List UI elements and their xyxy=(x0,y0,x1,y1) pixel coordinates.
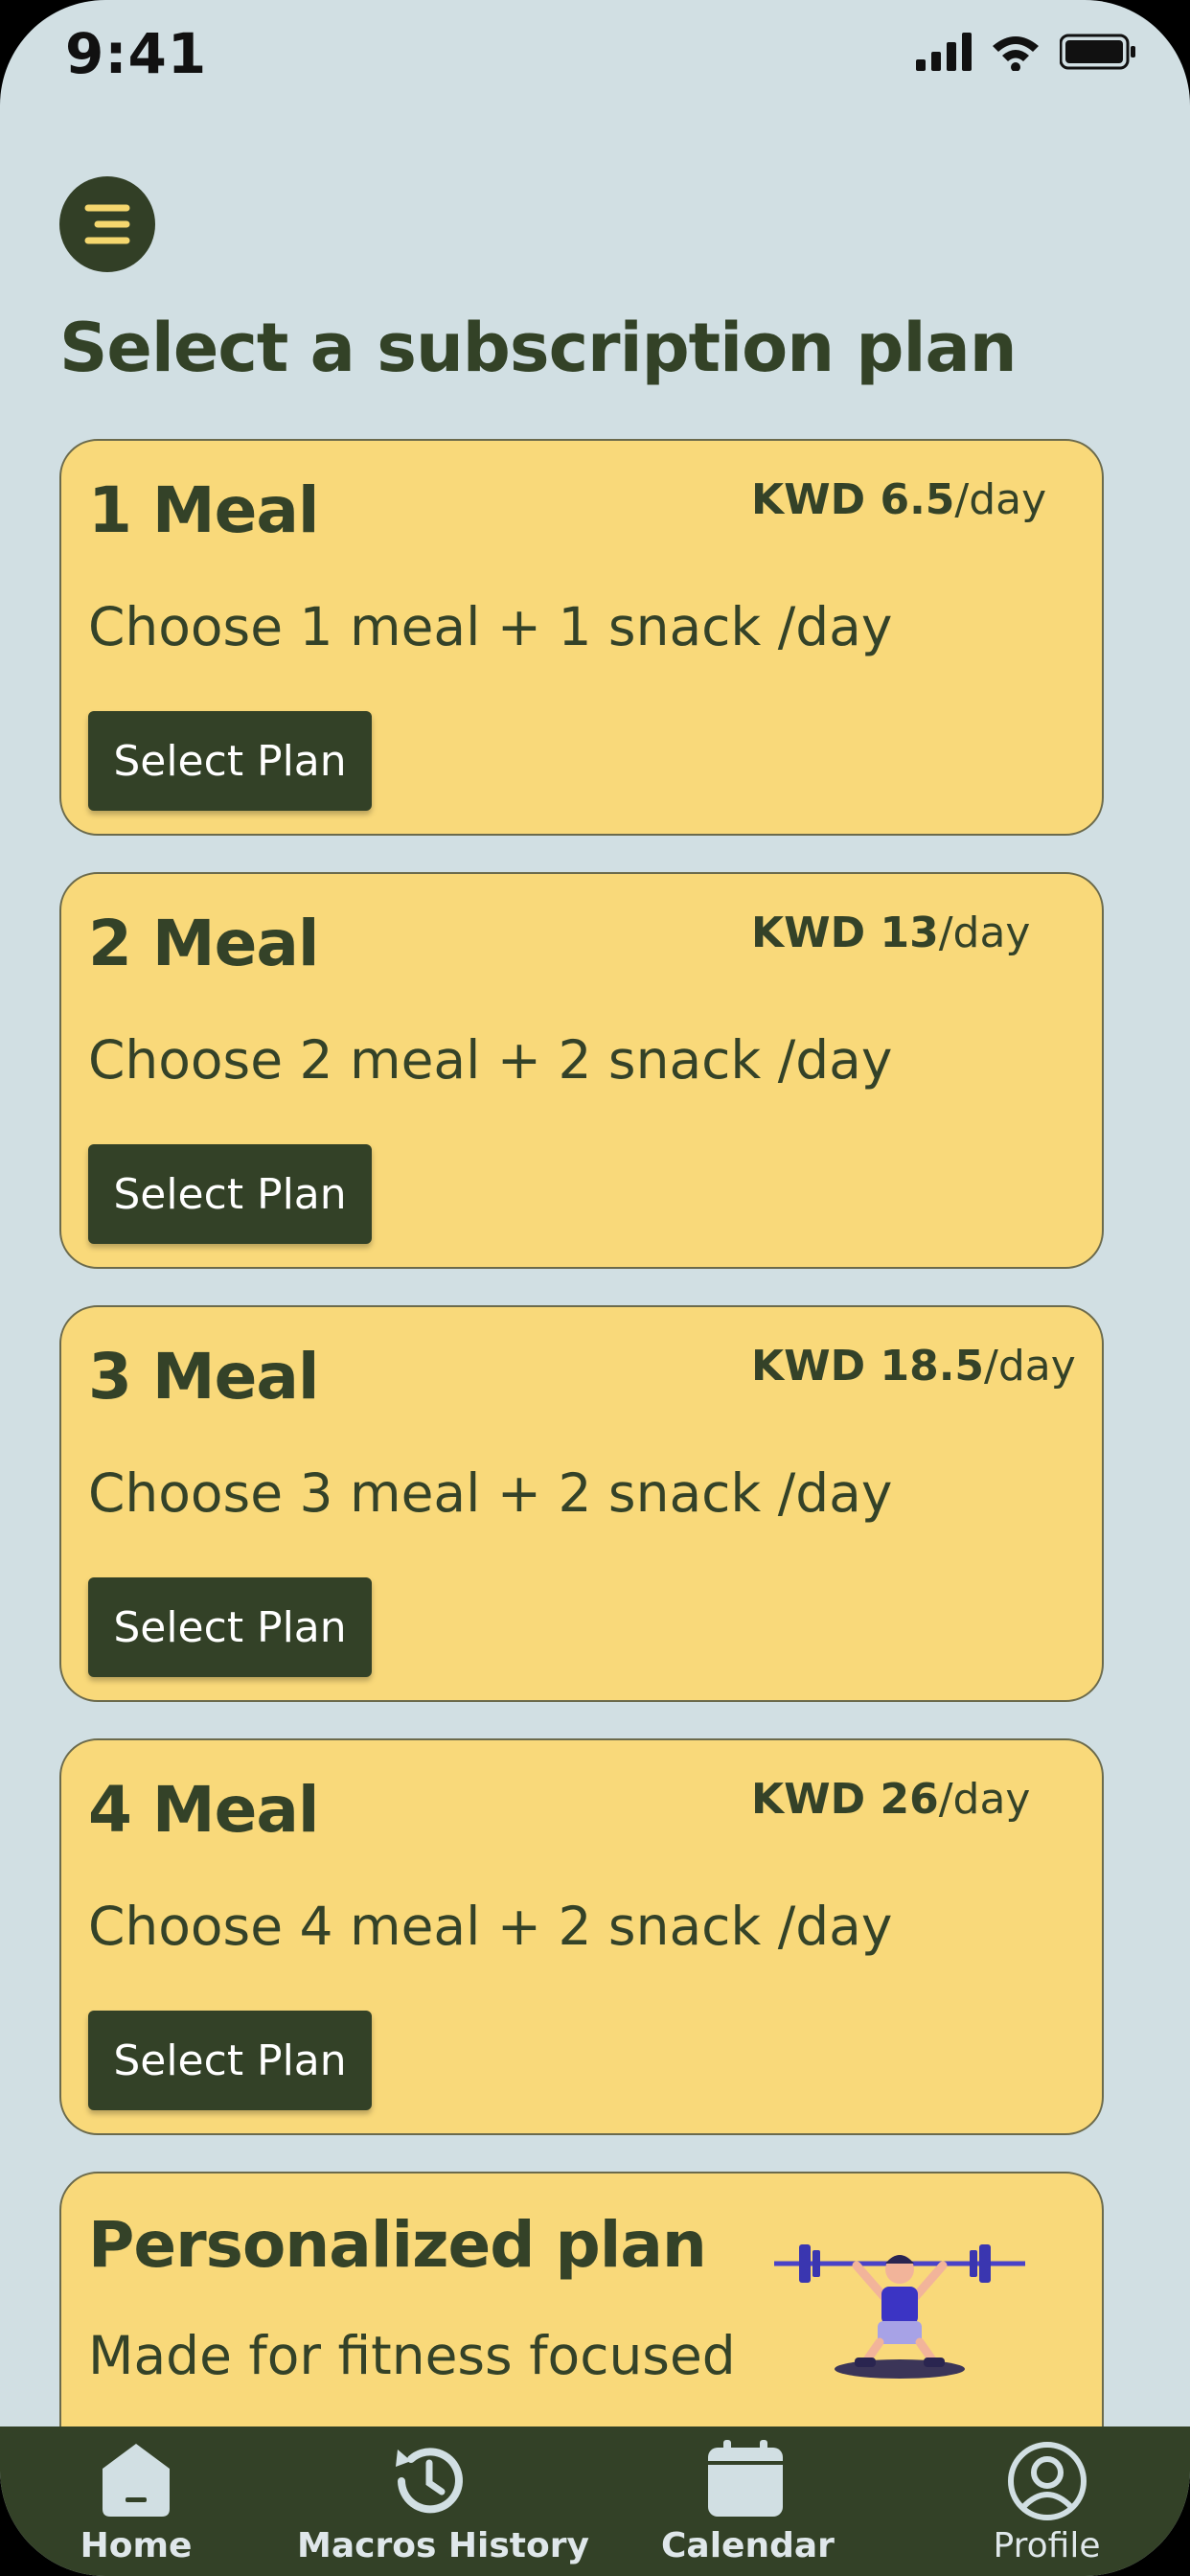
menu-icon xyxy=(84,204,130,244)
weightlifter-illustration xyxy=(774,2244,1025,2379)
plan-list: 1 Meal KWD 6.5/day Choose 1 meal + 1 sna… xyxy=(59,439,1104,2555)
plan-name: 2 Meal xyxy=(88,907,320,980)
home-icon xyxy=(103,2444,170,2517)
plan-card-4-meal: 4 Meal KWD 26/day Choose 4 meal + 2 snac… xyxy=(59,1738,1104,2135)
wifi-icon xyxy=(993,36,1039,71)
history-icon xyxy=(395,2448,463,2514)
plan-price: KWD 26/day xyxy=(751,1775,1031,1824)
plan-card-1-meal: 1 Meal KWD 6.5/day Choose 1 meal + 1 sna… xyxy=(59,439,1104,836)
bottom-nav: Home Macros History Calendar Profile xyxy=(0,2426,1190,2576)
page-title: Select a subscription plan xyxy=(59,309,1018,387)
status-icons xyxy=(916,29,1136,75)
plan-description: Choose 2 meal + 2 snack /day xyxy=(88,1029,893,1091)
nav-home[interactable]: Home xyxy=(59,2426,213,2576)
app-screen: 9:41 Select a subscription plan 1 Meal K… xyxy=(0,0,1190,2576)
signal-icon xyxy=(916,33,972,71)
nav-label: Calendar xyxy=(661,2526,835,2565)
plan-description: Choose 3 meal + 2 snack /day xyxy=(88,1462,893,1524)
plan-price: KWD 13/day xyxy=(751,908,1031,957)
plan-name: Personalized plan xyxy=(88,2208,707,2282)
plan-description: Choose 4 meal + 2 snack /day xyxy=(88,1896,893,1957)
plan-name: 3 Meal xyxy=(88,1340,320,1414)
select-plan-button[interactable]: Select Plan xyxy=(88,2011,372,2110)
nav-calendar[interactable]: Calendar xyxy=(661,2426,835,2576)
plan-card-3-meal: 3 Meal KWD 18.5/day Choose 3 meal + 2 sn… xyxy=(59,1305,1104,1702)
status-time: 9:41 xyxy=(65,21,208,86)
plan-description: Choose 1 meal + 1 snack /day xyxy=(88,596,893,657)
plan-card-2-meal: 2 Meal KWD 13/day Choose 2 meal + 2 snac… xyxy=(59,872,1104,1269)
nav-label: Profile xyxy=(993,2526,1101,2565)
plan-name: 4 Meal xyxy=(88,1773,320,1847)
nav-label: Macros History xyxy=(297,2526,589,2565)
plan-name: 1 Meal xyxy=(88,473,320,547)
plan-price: KWD 6.5/day xyxy=(751,475,1047,524)
calendar-icon xyxy=(707,2440,783,2517)
menu-button[interactable] xyxy=(59,176,155,272)
select-plan-button[interactable]: Select Plan xyxy=(88,1144,372,1244)
select-plan-button[interactable]: Select Plan xyxy=(88,1577,372,1677)
profile-icon xyxy=(1007,2442,1087,2520)
plan-description: Made for fitness focused xyxy=(88,2325,736,2386)
nav-macros-history[interactable]: Macros History xyxy=(297,2426,589,2576)
select-plan-button[interactable]: Select Plan xyxy=(88,711,372,811)
nav-profile[interactable]: Profile xyxy=(977,2426,1116,2576)
battery-icon xyxy=(1060,34,1135,70)
nav-label: Home xyxy=(80,2526,193,2565)
plan-price: KWD 18.5/day xyxy=(751,1342,1076,1391)
